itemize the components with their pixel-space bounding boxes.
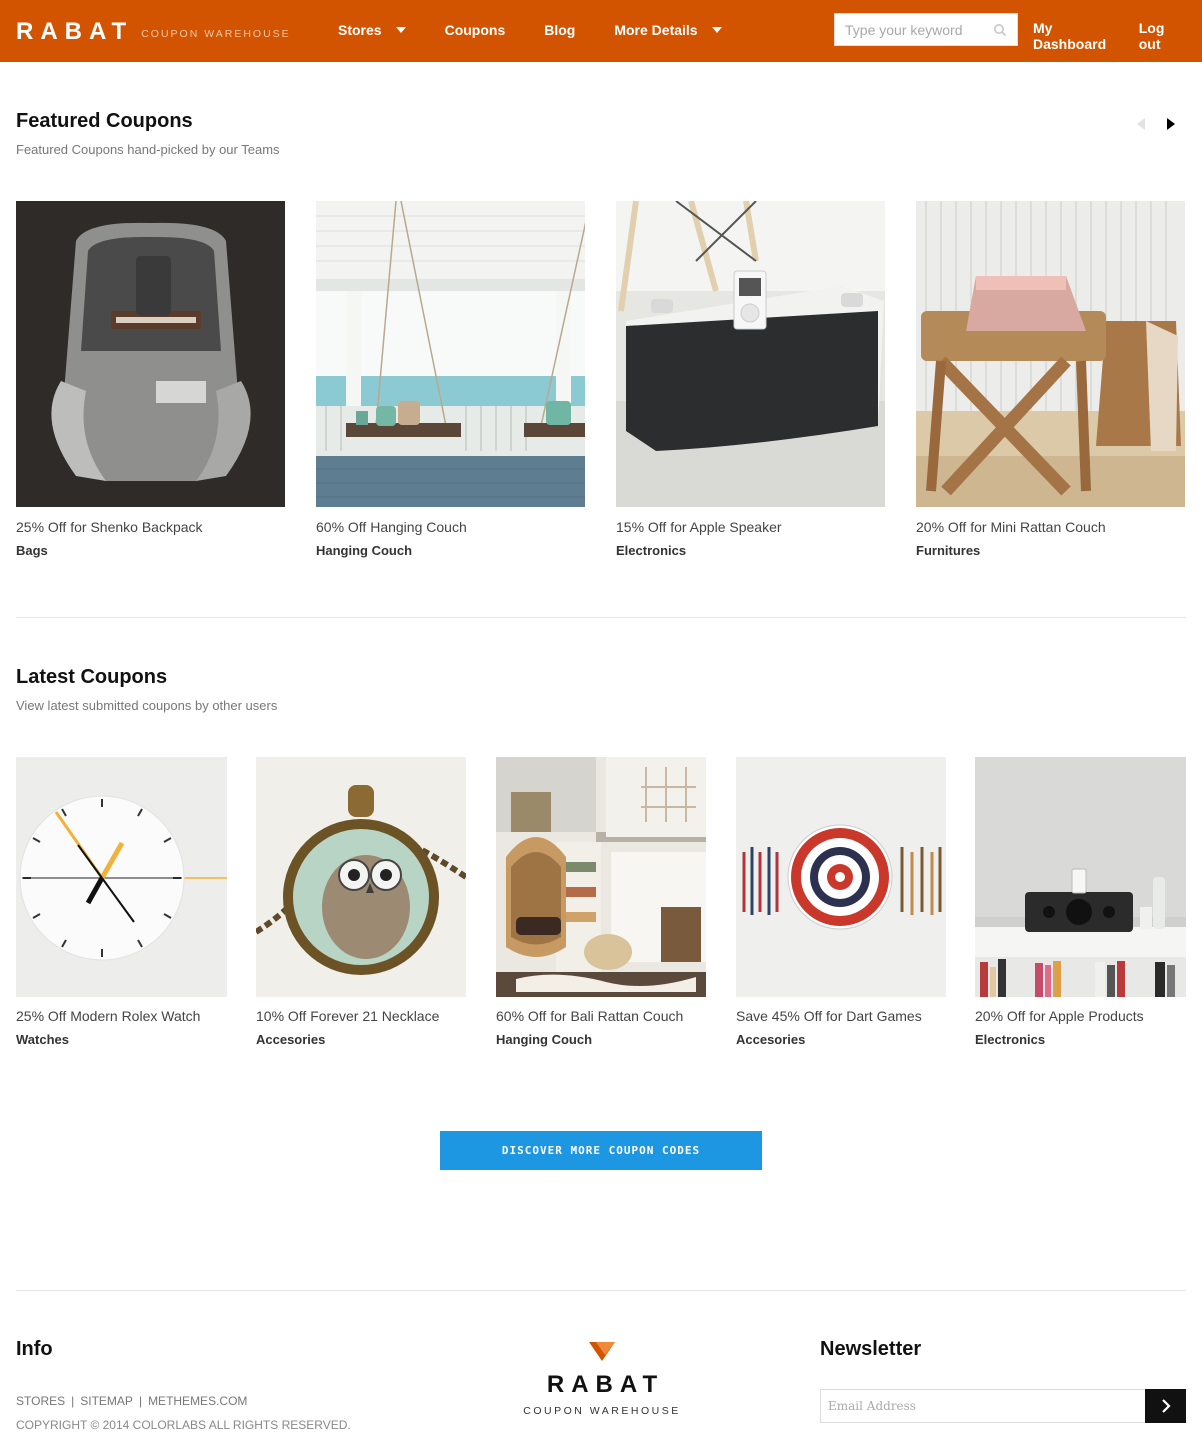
coupon-category[interactable]: Electronics [975, 1032, 1045, 1047]
coupon-category[interactable]: Bags [16, 543, 48, 558]
coupon-title[interactable]: 10% Off Forever 21 Necklace [256, 1008, 439, 1024]
nav-blog[interactable]: Blog [544, 22, 575, 38]
ipod-dock-image [975, 757, 1186, 997]
coupon-title[interactable]: 25% Off for Shenko Backpack [16, 519, 203, 535]
footer-logo-wordmark: RABAT [546, 1371, 665, 1398]
latest-title: Latest Coupons [16, 666, 168, 688]
porch-swing-image [316, 200, 587, 507]
coupon-category[interactable]: Furnitures [916, 543, 980, 558]
footer-divider [16, 1290, 1186, 1291]
coupon-category[interactable]: Hanging Couch [316, 543, 412, 558]
latest-coupon-card[interactable]: 25% Off Modern Rolex Watch Watches [16, 757, 227, 1052]
section-divider [16, 617, 1186, 618]
footer-logo[interactable]: RABAT COUPON WAREHOUSE [520, 1340, 684, 1417]
link-separator: | [138, 1394, 143, 1408]
footer-link-methemes[interactable]: METHEMES.COM [148, 1394, 247, 1408]
backpack-image [16, 201, 285, 507]
footer-links: STORES | SITEMAP | METHEMES.COM [16, 1394, 247, 1408]
chevron-right-icon [1161, 1399, 1171, 1413]
latest-coupon-card[interactable]: 60% Off for Bali Rattan Couch Hanging Co… [496, 757, 706, 1052]
rattan-stool-image [916, 201, 1185, 507]
copyright: COPYRIGHT © 2014 COLORLABS ALL RIGHTS RE… [16, 1418, 351, 1432]
featured-title: Featured Coupons [16, 110, 193, 132]
my-dashboard-link[interactable]: My Dashboard [1033, 20, 1124, 52]
coupon-category[interactable]: Accesories [736, 1032, 805, 1047]
logo-triangle-icon [589, 1342, 615, 1361]
chevron-down-icon [711, 27, 722, 33]
coupon-title[interactable]: 20% Off for Mini Rattan Couch [916, 519, 1106, 535]
coupon-title[interactable]: 60% Off Hanging Couch [316, 519, 467, 535]
featured-subtitle: Featured Coupons hand-picked by our Team… [16, 142, 280, 157]
dartboard-image [736, 757, 946, 997]
owl-pendant-image [254, 757, 468, 997]
footer-logo-tagline: COUPON WAREHOUSE [523, 1405, 681, 1417]
featured-coupon-card[interactable]: 20% Off for Mini Rattan Couch Furnitures [916, 201, 1185, 561]
speaker-dock-image [616, 200, 885, 507]
nav-coupons-label: Coupons [444, 22, 506, 38]
coupon-title[interactable]: 20% Off for Apple Products [975, 1008, 1144, 1024]
footer-link-sitemap[interactable]: SITEMAP [80, 1394, 133, 1408]
coupon-category[interactable]: Electronics [616, 543, 686, 558]
logout-link[interactable]: Log out [1139, 20, 1187, 52]
latest-subtitle: View latest submitted coupons by other u… [16, 698, 278, 713]
coupon-category[interactable]: Hanging Couch [496, 1032, 592, 1047]
site-logo[interactable]: RABAT COUPON WAREHOUSE [16, 18, 291, 46]
nav-stores-label: Stores [338, 22, 382, 38]
newsletter-title: Newsletter [820, 1338, 922, 1360]
footer-link-stores[interactable]: STORES [16, 1394, 65, 1408]
wall-clock-image [16, 757, 227, 997]
nav-more-details-label: More Details [614, 22, 698, 38]
nav-blog-label: Blog [544, 22, 576, 38]
latest-coupon-card[interactable]: Save 45% Off for Dart Games Accesories [736, 757, 946, 1052]
coupon-title[interactable]: 60% Off for Bali Rattan Couch [496, 1008, 683, 1024]
logo-wordmark: RABAT [16, 18, 134, 45]
nav-stores[interactable]: Stores [338, 22, 406, 38]
carousel-next-icon[interactable] [1167, 118, 1175, 130]
featured-coupon-card[interactable]: 60% Off Hanging Couch Hanging Couch [316, 200, 587, 561]
latest-coupon-card[interactable]: 20% Off for Apple Products Electronics [975, 757, 1186, 1052]
logo-tagline: COUPON WAREHOUSE [141, 27, 291, 40]
featured-coupon-card[interactable]: 15% Off for Apple Speaker Electronics [616, 200, 885, 561]
nav-coupons[interactable]: Coupons [445, 22, 506, 38]
search-icon[interactable] [993, 23, 1007, 37]
carousel-prev-icon[interactable] [1137, 118, 1145, 130]
account-links: My Dashboard Log out [1033, 20, 1202, 52]
coupon-title[interactable]: Save 45% Off for Dart Games [736, 1008, 922, 1024]
main-nav: Stores Coupons Blog More Details [338, 22, 761, 38]
nav-more-details[interactable]: More Details [614, 22, 722, 38]
newsletter-submit-button[interactable] [1145, 1389, 1186, 1423]
coupon-category[interactable]: Watches [16, 1032, 69, 1047]
latest-coupon-card[interactable]: 10% Off Forever 21 Necklace Accesories [254, 757, 468, 1052]
rattan-chair-room-image [496, 757, 706, 997]
search-input[interactable] [835, 14, 991, 45]
search-box [834, 13, 1018, 46]
discover-more-button[interactable]: DISCOVER MORE COUPON CODES [440, 1131, 762, 1170]
coupon-category[interactable]: Accesories [256, 1032, 325, 1047]
chevron-down-icon [395, 27, 406, 33]
coupon-title[interactable]: 15% Off for Apple Speaker [616, 519, 782, 535]
site-header: RABAT COUPON WAREHOUSE Stores Coupons Bl… [0, 0, 1202, 62]
coupon-title[interactable]: 25% Off Modern Rolex Watch [16, 1008, 200, 1024]
newsletter-form [820, 1389, 1186, 1423]
featured-coupon-card[interactable]: 25% Off for Shenko Backpack Bags [16, 201, 285, 561]
link-separator: | [71, 1394, 75, 1408]
newsletter-email-input[interactable] [821, 1390, 1147, 1422]
footer-info-title: Info [16, 1338, 53, 1360]
